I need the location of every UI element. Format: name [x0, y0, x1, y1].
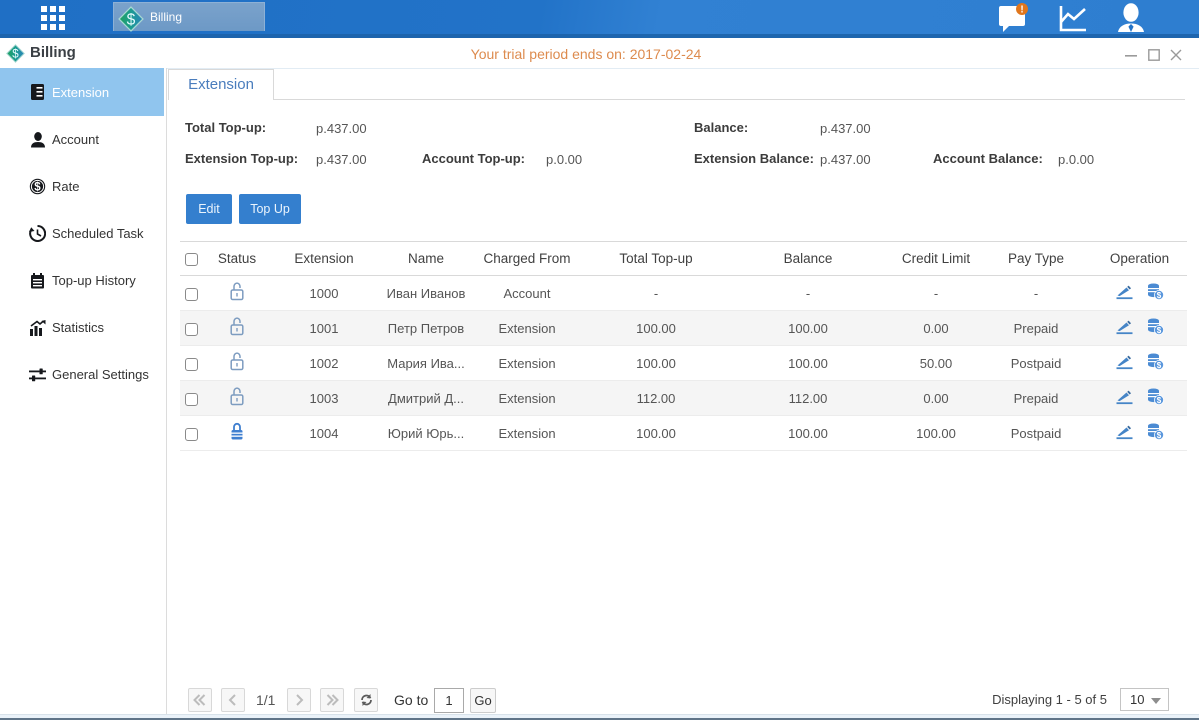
svg-text:$: $ — [1156, 361, 1161, 370]
svg-text:$: $ — [34, 182, 41, 194]
svg-text:$: $ — [1156, 396, 1161, 405]
svg-text:!: ! — [1020, 5, 1023, 16]
svg-text:$: $ — [1156, 326, 1161, 335]
svg-text:$: $ — [1156, 431, 1161, 440]
svg-text:$: $ — [127, 11, 136, 28]
svg-text:$: $ — [1156, 291, 1161, 300]
